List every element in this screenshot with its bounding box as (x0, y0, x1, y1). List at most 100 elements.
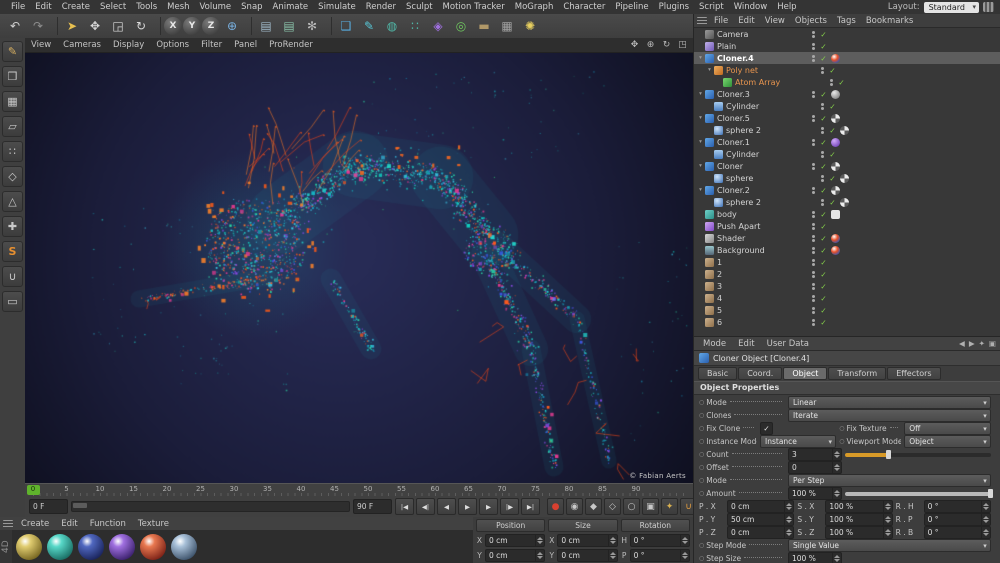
enabled-check-icon[interactable]: ✓ (818, 54, 829, 63)
visibility-toggles[interactable] (812, 246, 815, 254)
current-frame-field[interactable]: 0 F (29, 499, 68, 514)
anim-dot-icon[interactable]: ○ (699, 399, 704, 406)
materials-menu-create[interactable]: Create (15, 519, 55, 529)
menubar-item-sculpt[interactable]: Sculpt (401, 1, 438, 14)
enabled-check-icon[interactable]: ✓ (827, 174, 838, 183)
menubar-item-file[interactable]: File (6, 1, 30, 14)
expand-arrow-icon[interactable]: ▾ (697, 115, 704, 121)
visibility-toggles[interactable] (812, 90, 815, 98)
ball-color-tag-icon[interactable] (831, 53, 840, 63)
viewport-menu-display[interactable]: Display (107, 40, 150, 50)
anim-dot-icon[interactable]: ○ (839, 425, 844, 432)
anim-dot-icon[interactable]: ○ (699, 555, 704, 562)
visibility-toggles[interactable] (812, 318, 815, 326)
deformer-icon[interactable]: ◈ (427, 16, 449, 36)
coords-field-position-y[interactable]: 0 cm (485, 549, 546, 562)
attribute-menu-user-data[interactable]: User Data (761, 339, 815, 349)
ball-check-tag-icon[interactable] (840, 125, 849, 135)
visibility-toggles[interactable] (812, 222, 815, 230)
attribute-menu-mode[interactable]: Mode (697, 339, 732, 349)
visibility-toggles[interactable] (821, 126, 824, 134)
s-z-field[interactable]: 100 % (825, 526, 893, 539)
menubar-item-animate[interactable]: Animate (268, 1, 314, 14)
previous-key-button[interactable]: ◀| (416, 498, 435, 515)
expand-arrow-icon[interactable]: ▾ (697, 55, 704, 61)
enabled-check-icon[interactable]: ✓ (818, 42, 829, 51)
material-gold[interactable] (16, 533, 42, 560)
object-manager-menu-view[interactable]: View (760, 16, 790, 26)
previous-frame-button[interactable]: ◀ (437, 498, 456, 515)
viewport-canvas[interactable] (25, 53, 693, 484)
expand-arrow-icon[interactable]: ▾ (706, 67, 713, 73)
menubar-item-plugins[interactable]: Plugins (654, 1, 694, 14)
materials-menu-icon[interactable] (3, 519, 13, 528)
visibility-toggles[interactable] (812, 306, 815, 314)
frame-tick-5[interactable]: 5 (64, 485, 68, 493)
frame-tick-80[interactable]: 80 (565, 485, 574, 493)
object-row-cloner-2[interactable]: ▾ Cloner.2 ✓ (694, 184, 1000, 196)
menubar-item-snap[interactable]: Snap (236, 1, 267, 14)
material-steel[interactable] (171, 533, 197, 560)
enabled-check-icon[interactable]: ✓ (818, 258, 829, 267)
menubar-item-render[interactable]: Render (361, 1, 401, 14)
camera-icon[interactable]: ▦ (496, 16, 518, 36)
anim-dot-icon[interactable]: ○ (699, 438, 704, 445)
coords-field-size-x[interactable]: 0 cm (557, 534, 618, 547)
object-row-5[interactable]: 5 ✓ (694, 304, 1000, 316)
snap-icon[interactable]: S (2, 241, 23, 262)
visibility-toggles[interactable] (812, 294, 815, 302)
menubar-item-window[interactable]: Window (729, 1, 773, 14)
enabled-check-icon[interactable]: ✓ (827, 66, 838, 75)
enabled-check-icon[interactable]: ✓ (818, 186, 829, 195)
visibility-toggles[interactable] (812, 162, 815, 170)
mode-dropdown[interactable]: Linear ▾ (788, 396, 991, 409)
visibility-toggles[interactable] (812, 282, 815, 290)
live-selection-icon[interactable]: ➤ (61, 16, 83, 36)
frame-tick-90[interactable]: 90 (632, 485, 641, 493)
viewport-menu-panel[interactable]: Panel (228, 40, 263, 50)
zoom-view-icon[interactable]: ⊕ (644, 40, 657, 51)
visibility-toggles[interactable] (830, 78, 833, 86)
dice-tag-icon[interactable] (831, 209, 840, 219)
record-rotation-icon[interactable]: ○ (623, 498, 640, 515)
object-manager-menu-objects[interactable]: Objects (790, 16, 832, 26)
coords-header-position[interactable]: Position (476, 519, 546, 532)
frame-tick-55[interactable]: 55 (397, 485, 406, 493)
object-row-atom-array[interactable]: Atom Array ✓ (694, 76, 1000, 88)
instance-mode-dropdown[interactable]: Instance ▾ (760, 435, 837, 448)
anim-dot-icon[interactable]: ○ (699, 477, 704, 484)
s-x-field[interactable]: 100 % (825, 500, 893, 513)
enabled-check-icon[interactable]: ✓ (818, 318, 829, 327)
coords-header-rotation[interactable]: Rotation (620, 519, 690, 532)
render-settings-icon[interactable]: ✻ (301, 16, 323, 36)
points-mode-icon[interactable]: ∷ (2, 141, 23, 162)
menubar-item-character[interactable]: Character (558, 1, 610, 14)
tab-transform[interactable]: Transform (828, 367, 887, 380)
rotate-view-icon[interactable]: ↻ (660, 40, 673, 51)
menubar-item-create[interactable]: Create (57, 1, 95, 14)
environment-icon[interactable]: ▬ (473, 16, 495, 36)
viewport-menu-options[interactable]: Options (150, 40, 195, 50)
object-row-plain[interactable]: Plain ✓ (694, 40, 1000, 52)
object-row-poly-net[interactable]: ▾ Poly net ✓ (694, 64, 1000, 76)
field-icon[interactable]: ◎ (450, 16, 472, 36)
r-p-field[interactable]: 0 ° (923, 513, 991, 526)
slider-handle[interactable] (988, 489, 993, 498)
menubar-item-mesh[interactable]: Mesh (162, 1, 194, 14)
keyframe-selection-icon[interactable]: ✦ (661, 498, 678, 515)
frame-tick-85[interactable]: 85 (598, 485, 607, 493)
frame-tick-65[interactable]: 65 (464, 485, 473, 493)
redo-icon[interactable]: ↷ (27, 16, 49, 36)
ball-check-tag-icon[interactable] (831, 113, 840, 123)
move-icon[interactable]: ✥ (84, 16, 106, 36)
object-row-cloner-3[interactable]: ▾ Cloner.3 ✓ (694, 88, 1000, 100)
expand-arrow-icon[interactable]: ▾ (697, 91, 704, 97)
visibility-toggles[interactable] (821, 66, 824, 74)
object-row-cloner[interactable]: ▾ Cloner ✓ (694, 160, 1000, 172)
material-teal[interactable] (47, 533, 73, 560)
frame-tick-30[interactable]: 30 (230, 485, 239, 493)
object-row-cloner-4[interactable]: ▾ Cloner.4 ✓ (694, 52, 1000, 64)
back-arrow-icon[interactable]: ◀ (959, 339, 965, 348)
object-manager-menu-tags[interactable]: Tags (832, 16, 861, 26)
materials-menu-edit[interactable]: Edit (55, 519, 83, 529)
